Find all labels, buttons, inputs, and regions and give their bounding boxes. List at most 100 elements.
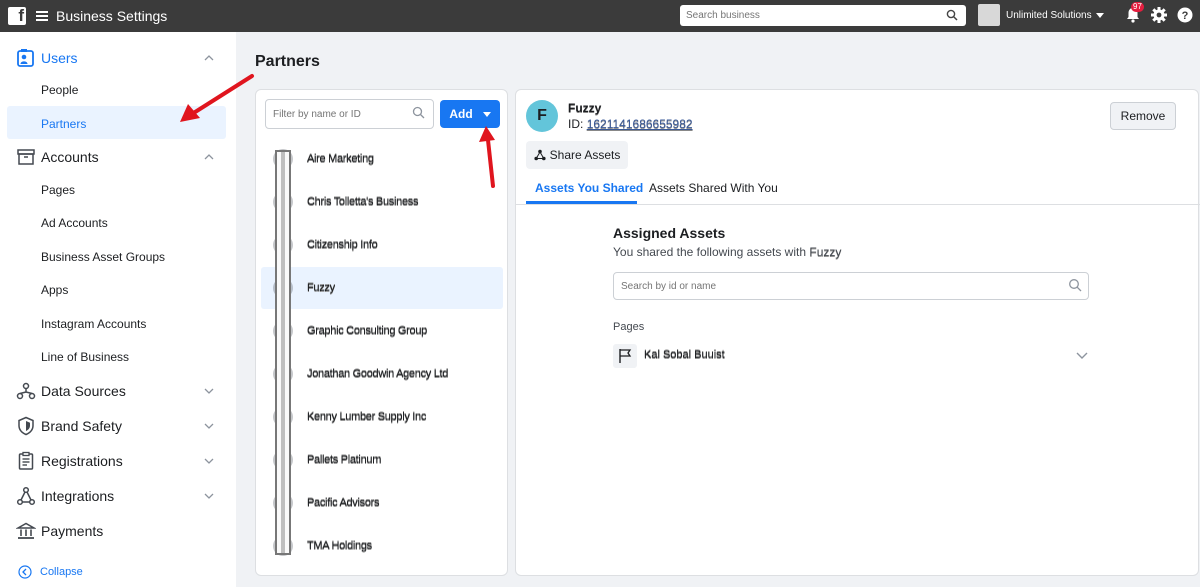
search-icon[interactable] xyxy=(946,9,958,21)
partner-name: Fuzzy xyxy=(307,282,335,294)
share-assets-button[interactable]: Share Assets xyxy=(526,141,628,169)
sidebar-item-ad-accounts[interactable]: Ad Accounts xyxy=(41,216,108,230)
sidebar-item-line-of-business[interactable]: Line of Business xyxy=(41,350,129,364)
sidebar-label-registrations: Registrations xyxy=(41,453,123,469)
payments-icon xyxy=(16,522,36,539)
chevron-down-icon[interactable] xyxy=(204,491,214,501)
partner-name: Citizenship Info xyxy=(307,239,378,251)
pages-section-label: Pages xyxy=(613,321,645,333)
partner-list-item[interactable]: Citizenship Info xyxy=(261,224,503,266)
app-title: Business Settings xyxy=(56,8,168,24)
share-network-icon xyxy=(534,149,546,161)
notifications-bell-icon[interactable]: 97 xyxy=(1124,2,1144,24)
partner-list-item[interactable]: Graphic Consulting Group xyxy=(261,310,503,352)
partner-id-label: ID: xyxy=(568,117,584,131)
search-business-input[interactable] xyxy=(686,10,936,21)
sidebar-section-accounts[interactable]: Accounts xyxy=(0,147,236,167)
tab-assets-shared-with-you[interactable]: Assets Shared With You xyxy=(649,181,778,195)
partner-list-item-selected[interactable]: Fuzzy xyxy=(261,267,503,309)
search-business-box[interactable] xyxy=(680,5,966,26)
accounts-icon xyxy=(17,149,35,165)
partner-name: Graphic Consulting Group xyxy=(307,325,427,337)
chevron-down-icon[interactable] xyxy=(204,421,214,431)
registrations-icon xyxy=(18,451,34,470)
page-flag-icon xyxy=(613,344,637,368)
partner-list-item[interactable]: Pacific Advisors xyxy=(261,482,503,524)
users-icon xyxy=(17,49,34,67)
assigned-assets-subtitle: You shared the following assets with Fuz… xyxy=(613,245,841,259)
sidebar-item-business-asset-groups[interactable]: Business Asset Groups xyxy=(41,250,165,264)
partner-list-item[interactable]: Jonathan Goodwin Agency Ltd xyxy=(261,353,503,395)
remove-partner-button[interactable]: Remove xyxy=(1110,102,1176,130)
annotation-arrow-icon xyxy=(479,126,495,188)
sidebar-item-pages[interactable]: Pages xyxy=(41,183,75,197)
partner-list-item[interactable]: Kenny Lumber Supply Inc xyxy=(261,396,503,438)
sidebar-section-data-sources[interactable]: Data Sources xyxy=(0,381,236,401)
partner-name: Chris Tolletta's Business xyxy=(307,196,419,208)
partner-name: Pacific Advisors xyxy=(307,497,380,509)
add-button-label: Add xyxy=(449,107,473,121)
sidebar-section-payments[interactable]: Payments xyxy=(0,521,236,541)
partner-name: TMA Holdings xyxy=(307,540,372,552)
tab-assets-you-shared[interactable]: Assets You Shared xyxy=(535,181,643,195)
partners-list-panel: Add Aire Marketing Chris Tolletta's Busi… xyxy=(255,89,508,576)
partner-id-value[interactable]: 1621141686655982 xyxy=(587,117,693,131)
partner-name: Aire Marketing xyxy=(307,153,374,165)
partner-list-item[interactable]: TMA Holdings xyxy=(261,525,503,567)
sidebar-section-registrations[interactable]: Registrations xyxy=(0,451,236,471)
tab-divider xyxy=(516,204,1200,205)
collapse-left-icon xyxy=(18,565,32,579)
chevron-down-icon xyxy=(1095,12,1104,18)
add-partner-button[interactable]: Add xyxy=(440,100,500,128)
collapse-button[interactable]: Collapse xyxy=(18,565,83,579)
sidebar-section-integrations[interactable]: Integrations xyxy=(0,486,236,506)
partner-id: ID: 1621141686655982 xyxy=(568,117,693,131)
partner-list-item[interactable]: Aire Marketing xyxy=(261,138,503,180)
chevron-down-icon[interactable] xyxy=(204,456,214,466)
assigned-assets-title: Assigned Assets xyxy=(613,225,726,241)
partner-name: Jonathan Goodwin Agency Ltd xyxy=(307,368,449,380)
partner-name: Kenny Lumber Supply Inc xyxy=(307,411,427,423)
search-icon xyxy=(1069,279,1082,292)
sidebar-item-partners[interactable]: Partners xyxy=(41,117,86,131)
shield-icon xyxy=(18,416,34,436)
sidebar-label-accounts: Accounts xyxy=(41,149,99,165)
help-icon[interactable]: ? xyxy=(1176,6,1194,24)
sidebar-section-brand-safety[interactable]: Brand Safety xyxy=(0,416,236,436)
sidebar-item-apps[interactable]: Apps xyxy=(41,283,68,297)
facebook-logo-icon[interactable]: f xyxy=(8,6,26,25)
chevron-down-icon[interactable] xyxy=(1076,352,1088,360)
search-icon xyxy=(412,106,425,119)
notification-badge: 97 xyxy=(1131,2,1144,12)
sidebar-label-users: Users xyxy=(41,50,78,66)
sidebar-label-integrations: Integrations xyxy=(41,488,115,504)
sidebar-item-instagram-accounts[interactable]: Instagram Accounts xyxy=(41,317,146,331)
shared-page-name[interactable]: Kal Sobal Buuist xyxy=(644,349,725,361)
business-avatar xyxy=(978,4,1000,26)
collapse-label: Collapse xyxy=(40,566,83,578)
chevron-up-icon[interactable] xyxy=(204,152,214,162)
chevron-up-icon[interactable] xyxy=(204,53,214,63)
filter-partners-input[interactable] xyxy=(265,99,434,129)
partner-name: Pallets Platinum xyxy=(307,454,382,466)
svg-text:?: ? xyxy=(1182,10,1189,22)
annotation-arrow-icon xyxy=(180,74,254,122)
chevron-down-icon xyxy=(482,111,491,117)
partner-detail-name: Fuzzy xyxy=(568,101,602,115)
asset-search-input[interactable] xyxy=(613,272,1089,300)
sidebar-item-people[interactable]: People xyxy=(41,83,78,97)
partner-avatar-large: F xyxy=(526,100,558,132)
hamburger-menu-icon[interactable] xyxy=(36,11,48,21)
top-bar: f Business Settings Unlimited Solutions … xyxy=(0,0,1200,32)
top-icons: 97 ? xyxy=(1124,2,1194,24)
business-switcher[interactable]: Unlimited Solutions xyxy=(978,4,1104,26)
partner-list-item[interactable]: Pallets Platinum xyxy=(261,439,503,481)
sidebar-label-data-sources: Data Sources xyxy=(41,383,126,399)
partner-detail-panel: F Fuzzy ID: 1621141686655982 Remove Shar… xyxy=(515,89,1200,576)
sidebar-section-users[interactable]: Users xyxy=(0,48,236,68)
assigned-assets-partner-name: Fuzzy xyxy=(809,245,842,259)
sidebar-label-payments: Payments xyxy=(41,523,104,539)
chevron-down-icon[interactable] xyxy=(204,386,214,396)
gear-icon[interactable] xyxy=(1150,6,1168,24)
partner-list-item[interactable]: Chris Tolletta's Business xyxy=(261,181,503,223)
